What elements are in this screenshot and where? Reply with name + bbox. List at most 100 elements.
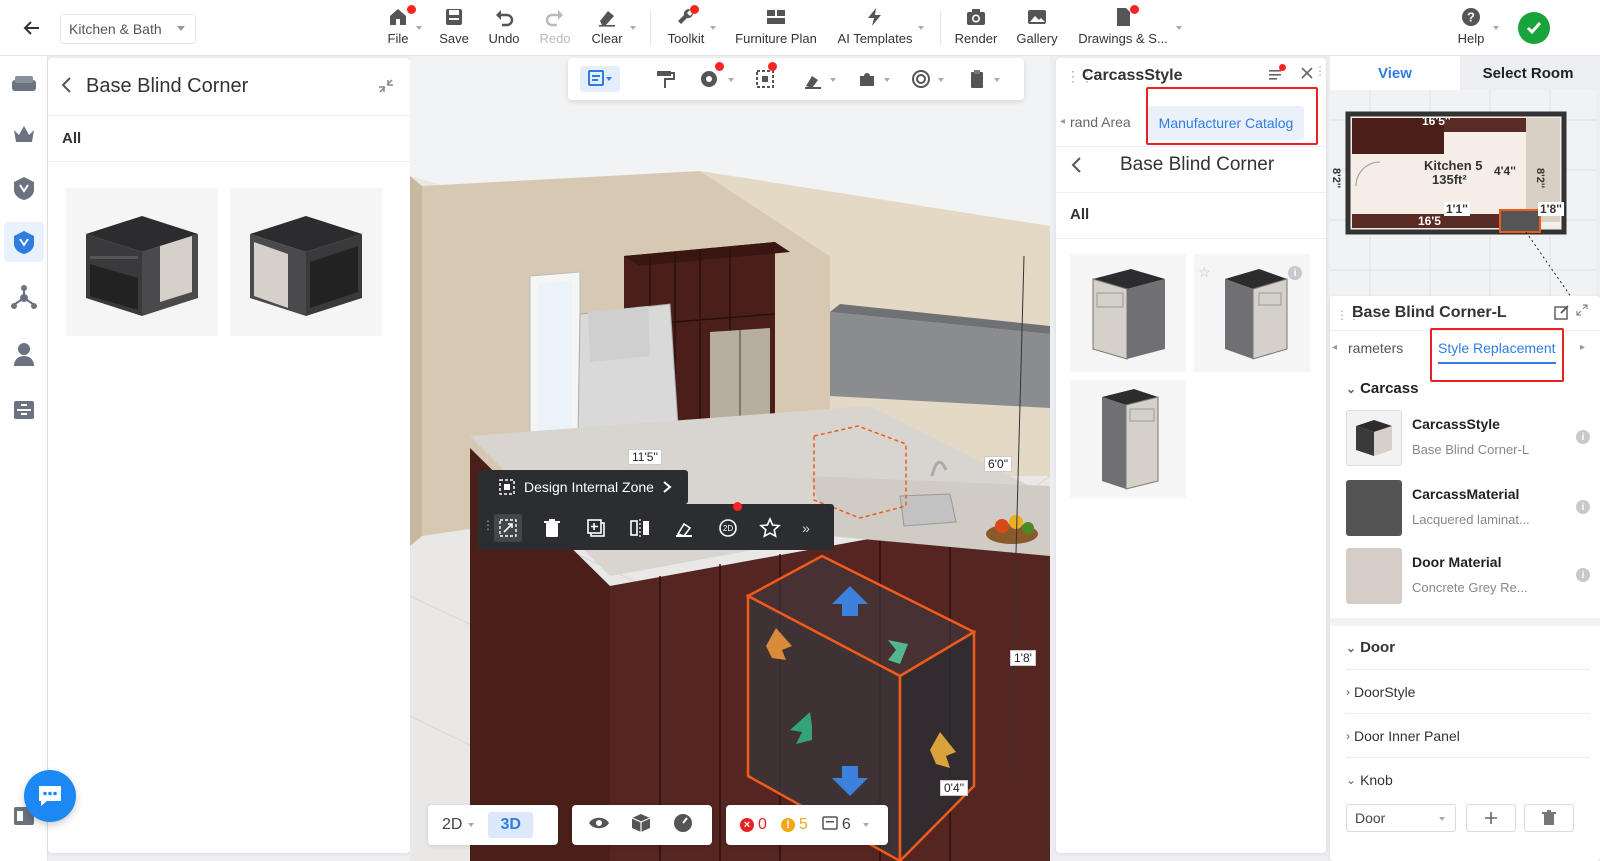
- project-selector[interactable]: Kitchen & Bath: [60, 14, 196, 44]
- cube-icon[interactable]: [630, 812, 652, 839]
- paint-roller-icon[interactable]: [652, 66, 678, 92]
- chevron-down-icon[interactable]: [918, 26, 924, 30]
- carcass-filter-all[interactable]: All: [1070, 206, 1089, 223]
- status-check-icon[interactable]: [1518, 12, 1550, 44]
- section-door[interactable]: ⌄ Door: [1346, 626, 1590, 670]
- trash-icon[interactable]: [538, 514, 566, 542]
- chevron-left-icon[interactable]: [1070, 156, 1082, 177]
- info-icon[interactable]: i: [1288, 266, 1302, 280]
- help-button[interactable]: ? Help: [1456, 6, 1486, 52]
- drawings-button[interactable]: Drawings & S...: [1077, 6, 1169, 52]
- material-name: CarcassStyle: [1412, 416, 1500, 432]
- puzzle-icon[interactable]: [854, 66, 880, 92]
- carcass-option-thumbnail[interactable]: [1070, 254, 1186, 372]
- section-carcass[interactable]: ⌄ Carcass: [1346, 380, 1418, 397]
- catalog-item-thumbnail[interactable]: [66, 188, 218, 336]
- chevron-down-icon[interactable]: [728, 78, 734, 82]
- delete-knob-button[interactable]: [1524, 804, 1574, 832]
- info-icon[interactable]: i: [1576, 500, 1590, 514]
- redo-button[interactable]: Redo: [539, 6, 571, 52]
- chevron-down-icon[interactable]: [630, 26, 636, 30]
- render-button[interactable]: Render: [954, 6, 998, 52]
- tab-view[interactable]: View: [1330, 56, 1460, 90]
- chevron-down-icon[interactable]: [994, 78, 1000, 82]
- section-door-style[interactable]: › DoorStyle: [1346, 670, 1590, 714]
- section-knob[interactable]: ⌄ Knob: [1346, 758, 1590, 802]
- knob-select[interactable]: Door: [1346, 804, 1456, 832]
- tab-select-room[interactable]: Select Room: [1460, 56, 1596, 90]
- tab-brand-area[interactable]: rand Area: [1070, 114, 1131, 130]
- more-icon[interactable]: »: [796, 514, 816, 542]
- kitchen-shield-icon[interactable]: [4, 222, 44, 262]
- material-name: CarcassMaterial: [1412, 486, 1520, 502]
- carcass-option-thumbnail[interactable]: [1070, 380, 1186, 498]
- scroll-left-icon[interactable]: ◂: [1060, 116, 1065, 127]
- toolkit-button[interactable]: Toolkit: [665, 6, 707, 52]
- star-icon[interactable]: ☆: [1198, 264, 1211, 281]
- chevron-down-icon[interactable]: [830, 78, 836, 82]
- info-icon[interactable]: i: [1576, 568, 1590, 582]
- collapse-icon[interactable]: [378, 78, 394, 97]
- close-icon[interactable]: [1300, 66, 1314, 83]
- file-button[interactable]: File: [386, 6, 410, 52]
- info-icon[interactable]: i: [1576, 430, 1590, 444]
- target-icon[interactable]: [908, 66, 934, 92]
- replace-icon[interactable]: [494, 514, 522, 542]
- tab-parameters[interactable]: rameters: [1348, 340, 1403, 356]
- floor-plan-minimap[interactable]: 16'5'' 8'2'' 8'2'' Kitchen 5 135ft² 4'4'…: [1330, 90, 1596, 312]
- clipboard-icon[interactable]: [964, 66, 990, 92]
- brush-icon[interactable]: [800, 66, 826, 92]
- edit-icon[interactable]: [1554, 304, 1570, 323]
- user-icon[interactable]: [4, 334, 44, 374]
- kitchen-3d-scene[interactable]: [410, 56, 1050, 861]
- 2d-view-icon[interactable]: 2D: [714, 514, 742, 542]
- scroll-left-icon[interactable]: ◂: [1332, 342, 1337, 353]
- furniture-plan-button[interactable]: Furniture Plan: [735, 6, 817, 52]
- star-icon[interactable]: [756, 514, 784, 542]
- material-row-carcass-material[interactable]: CarcassMaterial Lacquered laminat... i: [1346, 480, 1590, 540]
- view-2d-button[interactable]: 2D: [442, 816, 462, 834]
- paint-icon[interactable]: [670, 514, 698, 542]
- expand-icon[interactable]: [1576, 304, 1588, 319]
- issue-counters[interactable]: × 0 ! 5 6: [726, 805, 888, 845]
- back-arrow-icon[interactable]: [18, 14, 46, 42]
- design-internal-zone-button[interactable]: Design Internal Zone: [478, 470, 688, 504]
- save-button[interactable]: Save: [439, 6, 469, 52]
- properties-panel: ⋮⋮ Base Blind Corner-L ◂ rameters Style …: [1330, 296, 1600, 861]
- material-row-carcass-style[interactable]: CarcassStyle Base Blind Corner-L i: [1346, 410, 1590, 470]
- ai-templates-button[interactable]: AI Templates: [836, 6, 914, 52]
- cabinet-shield-icon[interactable]: [4, 168, 44, 208]
- drag-handle-icon[interactable]: ⋮: [482, 518, 494, 532]
- view-3d-button[interactable]: 3D: [488, 812, 533, 838]
- chevron-down-icon[interactable]: [710, 26, 716, 30]
- chevron-down-icon[interactable]: [416, 26, 422, 30]
- eye-icon[interactable]: [588, 815, 610, 836]
- chevron-down-icon[interactable]: [938, 78, 944, 82]
- catalog-item-thumbnail[interactable]: [230, 188, 382, 336]
- material-row-door-material[interactable]: Door Material Concrete Grey Re... i: [1346, 548, 1590, 608]
- chevron-down-icon[interactable]: [862, 823, 869, 827]
- add-knob-button[interactable]: [1466, 804, 1516, 832]
- chevron-down-icon[interactable]: [1493, 26, 1499, 30]
- duplicate-icon[interactable]: [582, 514, 610, 542]
- molecule-icon[interactable]: [4, 278, 44, 318]
- catalog-filter-all[interactable]: All: [48, 116, 410, 162]
- chevron-down-icon[interactable]: [884, 78, 890, 82]
- clear-button[interactable]: Clear: [590, 6, 624, 52]
- section-door-inner-panel[interactable]: › Door Inner Panel: [1346, 714, 1590, 758]
- scroll-right-icon[interactable]: ▸: [1580, 342, 1585, 353]
- chevron-left-icon[interactable]: [60, 76, 72, 97]
- chat-support-button[interactable]: [24, 770, 76, 822]
- sofa-icon[interactable]: [4, 64, 44, 104]
- chevron-right-icon: ›: [1346, 684, 1350, 699]
- drawer-icon[interactable]: [4, 390, 44, 430]
- chevron-down-icon[interactable]: [468, 823, 475, 827]
- gallery-button[interactable]: Gallery: [1015, 6, 1059, 52]
- crown-icon[interactable]: [4, 114, 44, 154]
- gauge-icon[interactable]: [672, 812, 694, 839]
- undo-button[interactable]: Undo: [487, 6, 521, 52]
- annotation-tool-icon[interactable]: [580, 66, 620, 92]
- chevron-down-icon[interactable]: [1176, 26, 1182, 30]
- mirror-icon[interactable]: [626, 514, 654, 542]
- 3d-viewport[interactable]: 11'5'' 6'0'' 1'8' 0'4'': [410, 56, 1050, 861]
